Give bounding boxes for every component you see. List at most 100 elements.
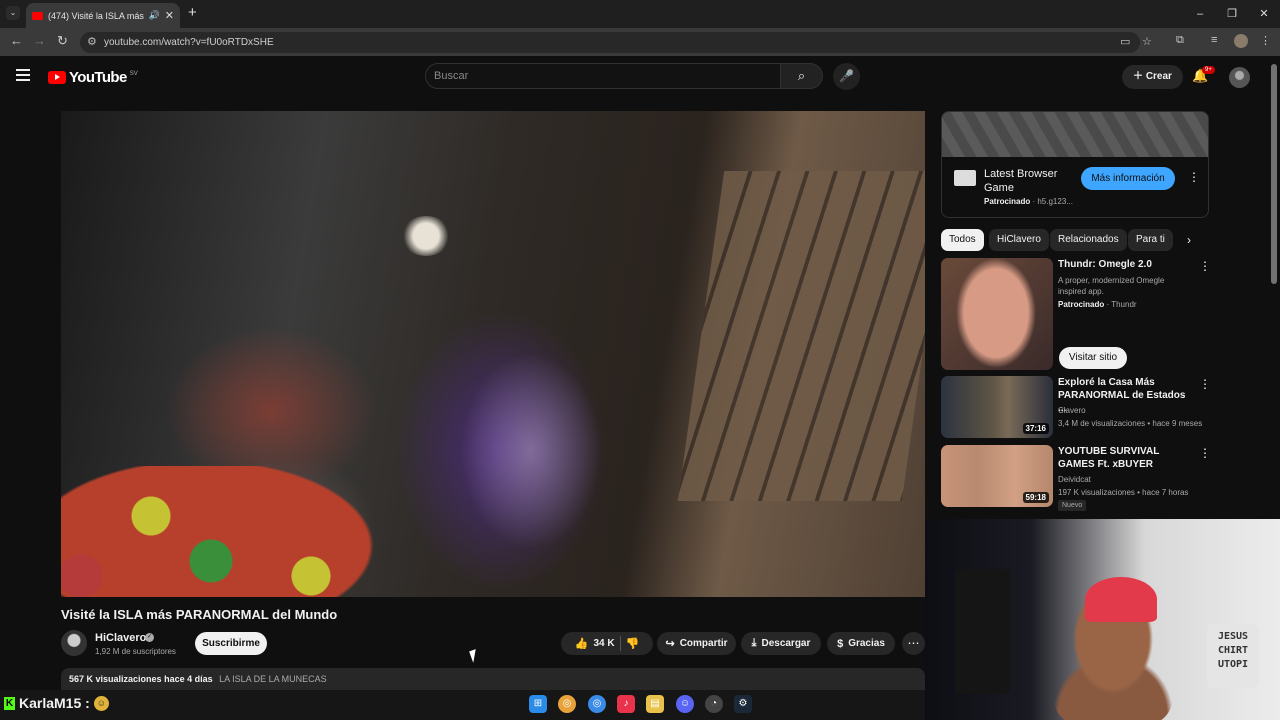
close-tab-icon[interactable]: ✕ [165,9,174,22]
rec-menu-icon[interactable]: ⋮ [1199,377,1211,391]
windows-taskbar [0,690,925,720]
video-player[interactable] [61,111,925,597]
new-tab-button[interactable]: + [188,4,197,21]
create-label: Crear [1145,71,1172,82]
cast-icon[interactable]: ▭ [1120,35,1130,48]
browser-menu-icon[interactable]: ⋮ [1260,34,1271,47]
download-icon: ⤓ [751,637,757,649]
thumbs-down-icon[interactable]: 👎 [626,637,640,650]
chip-para-ti[interactable]: Para ti [1128,229,1173,251]
video-frame-doll-flowers [401,216,451,256]
chat-emote-icon: ☺ [93,695,109,711]
rec-thumbnail[interactable]: 59:18 [941,445,1053,507]
search-button[interactable]: ⌕ [781,63,823,89]
hamburger-menu-icon[interactable] [16,69,30,81]
url-text: youtube.com/watch?v=fU0oRTDxSHE [104,37,274,48]
view-count: 567 K visualizaciones [69,674,162,684]
browser-profile-avatar[interactable] [1234,34,1248,48]
channel-name[interactable]: HiClavero [95,632,146,644]
extensions-icon[interactable]: ⧉ [1176,34,1184,47]
share-label: Compartir [679,638,728,649]
rec-channel[interactable]: Deividcat [1058,474,1208,485]
kick-logo-icon: K [4,696,15,710]
page-scrollbar[interactable] [1271,64,1277,284]
share-button[interactable]: ↪ Compartir [657,632,736,655]
ad-menu-icon[interactable]: ⋮ [1188,170,1200,184]
video-frame-wood-planks [677,171,925,501]
rec-stats: 3,4 M de visualizaciones • hace 9 meses [1058,419,1203,428]
subscribe-button[interactable]: Suscribirme [195,632,267,655]
rec-channel[interactable]: Clavero [1058,405,1208,416]
logo-text: YouTube [69,69,127,86]
rec-thumbnail[interactable]: 37:16 [941,376,1053,438]
bookmark-star-icon[interactable]: ☆ [1142,35,1152,48]
discord-icon[interactable]: ☺ [676,695,694,713]
download-button[interactable]: ⤓ Descargar [741,632,821,655]
minimize-button[interactable]: – [1184,0,1216,28]
rec-title[interactable]: Thundr: Omegle 2.0 [1058,258,1196,271]
like-count[interactable]: 34 K [593,638,614,649]
ad-sponsored-label: Patrocinado [984,197,1031,206]
search-input[interactable] [434,68,764,84]
webcam-red-cap [1085,577,1157,622]
reading-list-icon[interactable]: ≡ [1211,34,1217,46]
create-button[interactable]: ＋ Crear [1122,65,1183,89]
rec-sponsored-label: Patrocinado [1058,300,1105,309]
speaker-icon[interactable]: 🔊 [149,10,160,21]
chip-relacionados[interactable]: Relacionados [1050,229,1127,251]
ad-cta-button[interactable]: Más información [1081,167,1175,190]
rec-thumbnail[interactable] [941,258,1053,370]
rec-menu-icon[interactable]: ⋮ [1199,259,1211,273]
chevron-right-icon[interactable]: › [1187,233,1191,247]
more-actions-button[interactable]: ⋯ [902,632,925,655]
country-code: SV [129,70,138,77]
webcam-monitor [955,569,1010,694]
chip-todos[interactable]: Todos [941,229,984,251]
video-duration: 37:16 [1022,423,1049,434]
thumbs-up-icon[interactable]: 👍 [575,637,589,650]
address-bar[interactable]: ⚙ youtube.com/watch?v=fU0oRTDxSHE ▭ ☆ [80,32,1152,53]
window-controls: – ❐ ✕ [1184,0,1280,28]
site-info-icon[interactable]: ⚙ [87,35,97,48]
chip-hiclavero[interactable]: HiClavero [989,229,1049,251]
chat-username: KarlaM15 : [19,695,90,711]
sidebar-ad[interactable]: Latest Browser Game Patrocinado · h5.g12… [941,111,1209,218]
account-avatar[interactable] [1229,67,1250,88]
steam-icon[interactable]: ⚙ [734,695,752,713]
webcam-sign: JESUS CHIRT UTOPI [1207,624,1259,688]
reload-icon[interactable]: ↻ [57,33,68,49]
ad-sponsored-line: Patrocinado · h5.g123... [984,197,1073,206]
file-explorer-icon[interactable]: ▤ [646,695,664,713]
rec-sponsored-line: Patrocinado · Thundr [1058,300,1137,309]
youtube-masthead: YouTube SV ⌕ 🎤 ＋ Crear 🔔 9+ [0,56,1270,98]
voice-search-button[interactable]: 🎤 [833,63,860,90]
chrome-alt-icon[interactable]: ◎ [588,695,606,713]
chat-overlay: K KarlaM15 : ☺ [4,695,109,711]
windows-start-icon[interactable]: ⊞ [529,695,547,713]
youtube-logo[interactable]: YouTube SV [48,69,138,86]
maximize-button[interactable]: ❐ [1216,0,1248,28]
chrome-icon[interactable]: ◎ [558,695,576,713]
ad-title[interactable]: Latest Browser Game [984,167,1074,195]
webcam-overlay: JESUS CHIRT UTOPI [925,519,1280,720]
thanks-label: Gracias [848,638,885,649]
thanks-button[interactable]: $ Gracias [827,632,895,655]
app-icon[interactable]: ◔ [705,695,723,713]
ad-banner-image[interactable] [942,112,1208,157]
thanks-icon: $ [837,637,844,650]
youtube-play-icon [48,71,66,84]
visit-site-button[interactable]: Visitar sitio [1059,347,1127,369]
download-label: Descargar [761,638,811,649]
browser-tab-active[interactable]: (474) Visité la ISLA más PAR 🔊 ✕ [26,3,180,28]
music-app-icon[interactable]: ♪ [617,695,635,713]
rec-title[interactable]: YOUTUBE SURVIVAL GAMES Ft. xBUYER [1058,445,1196,471]
close-window-button[interactable]: ✕ [1248,0,1280,28]
tab-search-menu-button[interactable]: ⌄ [6,6,20,20]
rec-advertiser: Thundr [1111,300,1137,309]
channel-avatar[interactable] [61,630,87,656]
ad-domain: h5.g123... [1037,197,1073,206]
back-arrow-icon[interactable]: ← [10,33,23,48]
mouse-cursor-icon [469,649,480,663]
forward-arrow-icon[interactable]: → [33,33,46,48]
rec-menu-icon[interactable]: ⋮ [1199,446,1211,460]
